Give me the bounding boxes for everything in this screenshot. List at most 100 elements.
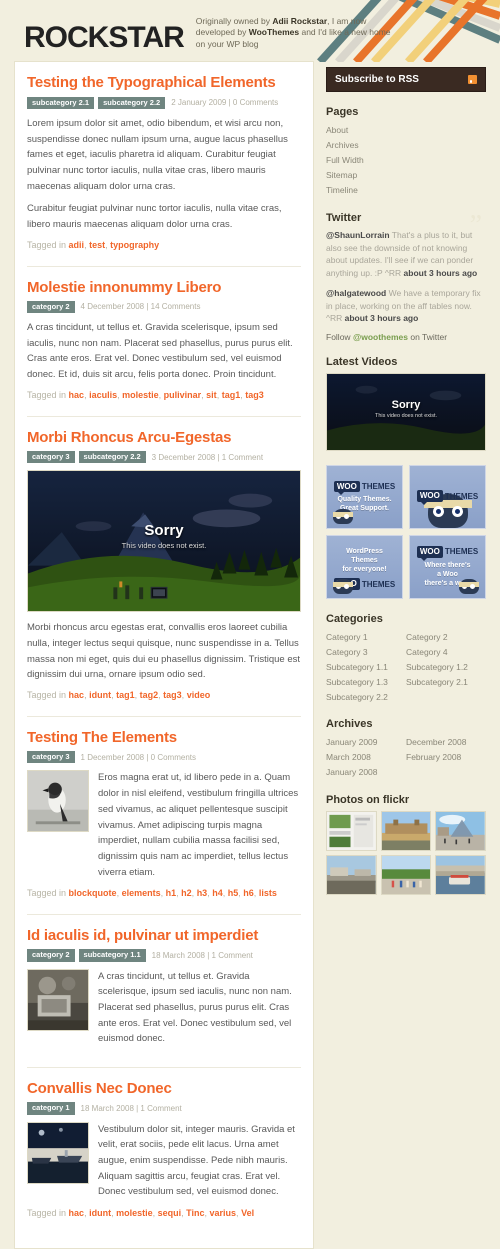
flickr-thumbnail[interactable]	[435, 811, 486, 852]
category-badge[interactable]: category 3	[27, 751, 75, 764]
post-body: Vestibulum dolor sit, integer mauris. Gr…	[98, 1122, 301, 1204]
category-link[interactable]: Category 3	[326, 647, 368, 657]
sidebar-video-player[interactable]: Sorry This video does not exist.	[326, 373, 486, 452]
post-tag[interactable]: tag2	[140, 690, 159, 700]
post-tag[interactable]: blockquote	[69, 888, 117, 898]
post-video-player[interactable]: Sorry This video does not exist.	[27, 470, 301, 613]
flickr-thumbnail[interactable]	[326, 855, 377, 896]
post-tag[interactable]: Vel	[241, 1208, 254, 1218]
archive-link[interactable]: February 2008	[406, 752, 461, 762]
post-date-comments: 18 March 2008 | 1 Comment	[151, 951, 253, 961]
flickr-thumbnail[interactable]	[380, 855, 432, 896]
page-link[interactable]: Timeline	[326, 185, 358, 195]
post-tag[interactable]: idunt	[89, 690, 111, 700]
category-badge[interactable]: category 1	[27, 1102, 75, 1115]
post-title-link[interactable]: Convallis Nec Donec	[27, 1080, 301, 1097]
category-link[interactable]: Category 4	[406, 647, 448, 657]
category-badge[interactable]: subcategory 2.2	[98, 96, 166, 109]
twitter-handle-link[interactable]: @woothemes	[353, 332, 408, 342]
category-badge[interactable]: category 2	[27, 949, 75, 962]
post-tag[interactable]: molestie	[116, 1208, 153, 1218]
flickr-thumbnail[interactable]	[435, 855, 486, 896]
post-tag[interactable]: iaculis	[89, 390, 117, 400]
flickr-photo-svg	[327, 812, 376, 851]
category-badge[interactable]: subcategory 2.1	[27, 96, 95, 109]
flickr-thumbnail[interactable]	[380, 811, 432, 852]
post-tag[interactable]: varius	[210, 1208, 237, 1218]
post-tag[interactable]: h3	[197, 888, 208, 898]
page-link[interactable]: Full Width	[326, 155, 364, 165]
category-link[interactable]: Subcategory 1.3	[326, 677, 388, 687]
category-link[interactable]: Category 1	[326, 632, 368, 642]
post-tag[interactable]: test	[89, 240, 105, 250]
pages-list: About Archives Full Width Sitemap Timeline	[326, 123, 486, 197]
post-title-link[interactable]: Morbi Rhoncus Arcu-Egestas	[27, 429, 301, 446]
post-tag[interactable]: sequi	[158, 1208, 182, 1218]
ad-banner[interactable]: WordPressThemesfor everyone! WOO THEMES	[326, 535, 403, 600]
archive-link[interactable]: January 2008	[326, 767, 378, 777]
category-link[interactable]: Subcategory 1.1	[326, 662, 388, 672]
post-tag[interactable]: hac	[69, 1208, 85, 1218]
post-tag[interactable]: h2	[181, 888, 192, 898]
ad-banner[interactable]: WOO THEMES Quality Themes. Great Support.	[326, 465, 403, 530]
site-title[interactable]: ROCKSTAR	[24, 23, 185, 53]
category-link[interactable]: Subcategory 2.2	[326, 692, 388, 702]
page-link[interactable]: Sitemap	[326, 170, 357, 180]
category-link[interactable]: Subcategory 2.1	[406, 677, 468, 687]
post-tag[interactable]: molestie	[122, 390, 159, 400]
post-date-comments: 1 December 2008 | 0 Comments	[80, 752, 196, 762]
pages-widget: Pages About Archives Full Width Sitemap Time…	[326, 106, 486, 197]
post-tag[interactable]: tag1	[116, 690, 135, 700]
post-tag[interactable]: idunt	[89, 1208, 111, 1218]
post-tag[interactable]: elements	[122, 888, 161, 898]
post-title-link[interactable]: Molestie innonummy Libero	[27, 279, 301, 296]
archive-link[interactable]: January 2009	[326, 737, 378, 747]
category-badge[interactable]: category 3	[27, 451, 75, 464]
post-tag[interactable]: tag1	[222, 390, 241, 400]
tweet-handle[interactable]: @ShaunLorrain	[326, 230, 390, 240]
post-tag[interactable]: typography	[110, 240, 159, 250]
post-title-link[interactable]: Testing The Elements	[27, 729, 301, 746]
post-thumbnail[interactable]	[27, 770, 89, 833]
post-tag[interactable]: h6	[243, 888, 254, 898]
archive-link[interactable]: December 2008	[406, 737, 466, 747]
post-tag[interactable]: h4	[212, 888, 223, 898]
post-tag[interactable]: lists	[259, 888, 277, 898]
post-title-link[interactable]: Id iaculis id, pulvinar ut imperdiet	[27, 927, 301, 944]
page-link[interactable]: Archives	[326, 140, 359, 150]
category-link[interactable]: Category 2	[406, 632, 448, 642]
post-tag[interactable]: adii	[69, 240, 85, 250]
post-paragraph: Morbi rhoncus arcu egestas erat, convall…	[27, 622, 300, 681]
category-link[interactable]: Subcategory 1.2	[406, 662, 468, 672]
post-tag[interactable]: hac	[69, 690, 85, 700]
post-title-link[interactable]: Testing the Typographical Elements	[27, 74, 301, 91]
post-tag[interactable]: tag3	[163, 690, 182, 700]
post-tag[interactable]: hac	[69, 390, 85, 400]
post-tag[interactable]: h5	[228, 888, 239, 898]
page-link[interactable]: About	[326, 125, 348, 135]
category-badge[interactable]: category 2	[27, 300, 75, 314]
follow-post: on Twitter	[407, 332, 448, 343]
post-tag-list: Tagged in adii, test, typography	[27, 239, 160, 250]
post-tag[interactable]: Tinc	[186, 1208, 204, 1218]
post-thumbnail[interactable]	[27, 1121, 89, 1184]
flickr-widget: Photos on flickr	[326, 794, 486, 896]
sidebar-video-message: Sorry This video does not exist.	[327, 399, 485, 419]
post-tag[interactable]: h1	[166, 888, 177, 898]
ad-banner[interactable]: WOO THEMES Where there's a Woo there's a w…	[409, 535, 486, 600]
post-tag[interactable]: pulivinar	[164, 390, 202, 400]
post-tag[interactable]: sit	[206, 390, 217, 400]
tweet-handle[interactable]: @halgatewood	[326, 288, 386, 298]
category-badge[interactable]: subcategory 1.1	[78, 949, 146, 962]
post-body: A cras tincidunt, ut tellus et. Gravida …	[27, 320, 301, 383]
site-header: ROCKSTAR Originally owned by Adii Rockst…	[0, 0, 500, 61]
post-tag[interactable]: tag3	[245, 390, 264, 400]
post-thumbnail[interactable]	[27, 968, 89, 1031]
subscribe-rss-button[interactable]: Subscribe to RSS	[326, 67, 486, 93]
post-tag[interactable]: video	[187, 690, 211, 700]
archive-link[interactable]: March 2008	[326, 752, 371, 762]
video-subtitle: This video does not exist.	[121, 540, 207, 550]
flickr-thumbnail[interactable]	[326, 811, 377, 852]
category-badge[interactable]: subcategory 2.2	[78, 451, 146, 464]
ad-banner[interactable]: WOO THEMES	[409, 465, 486, 530]
